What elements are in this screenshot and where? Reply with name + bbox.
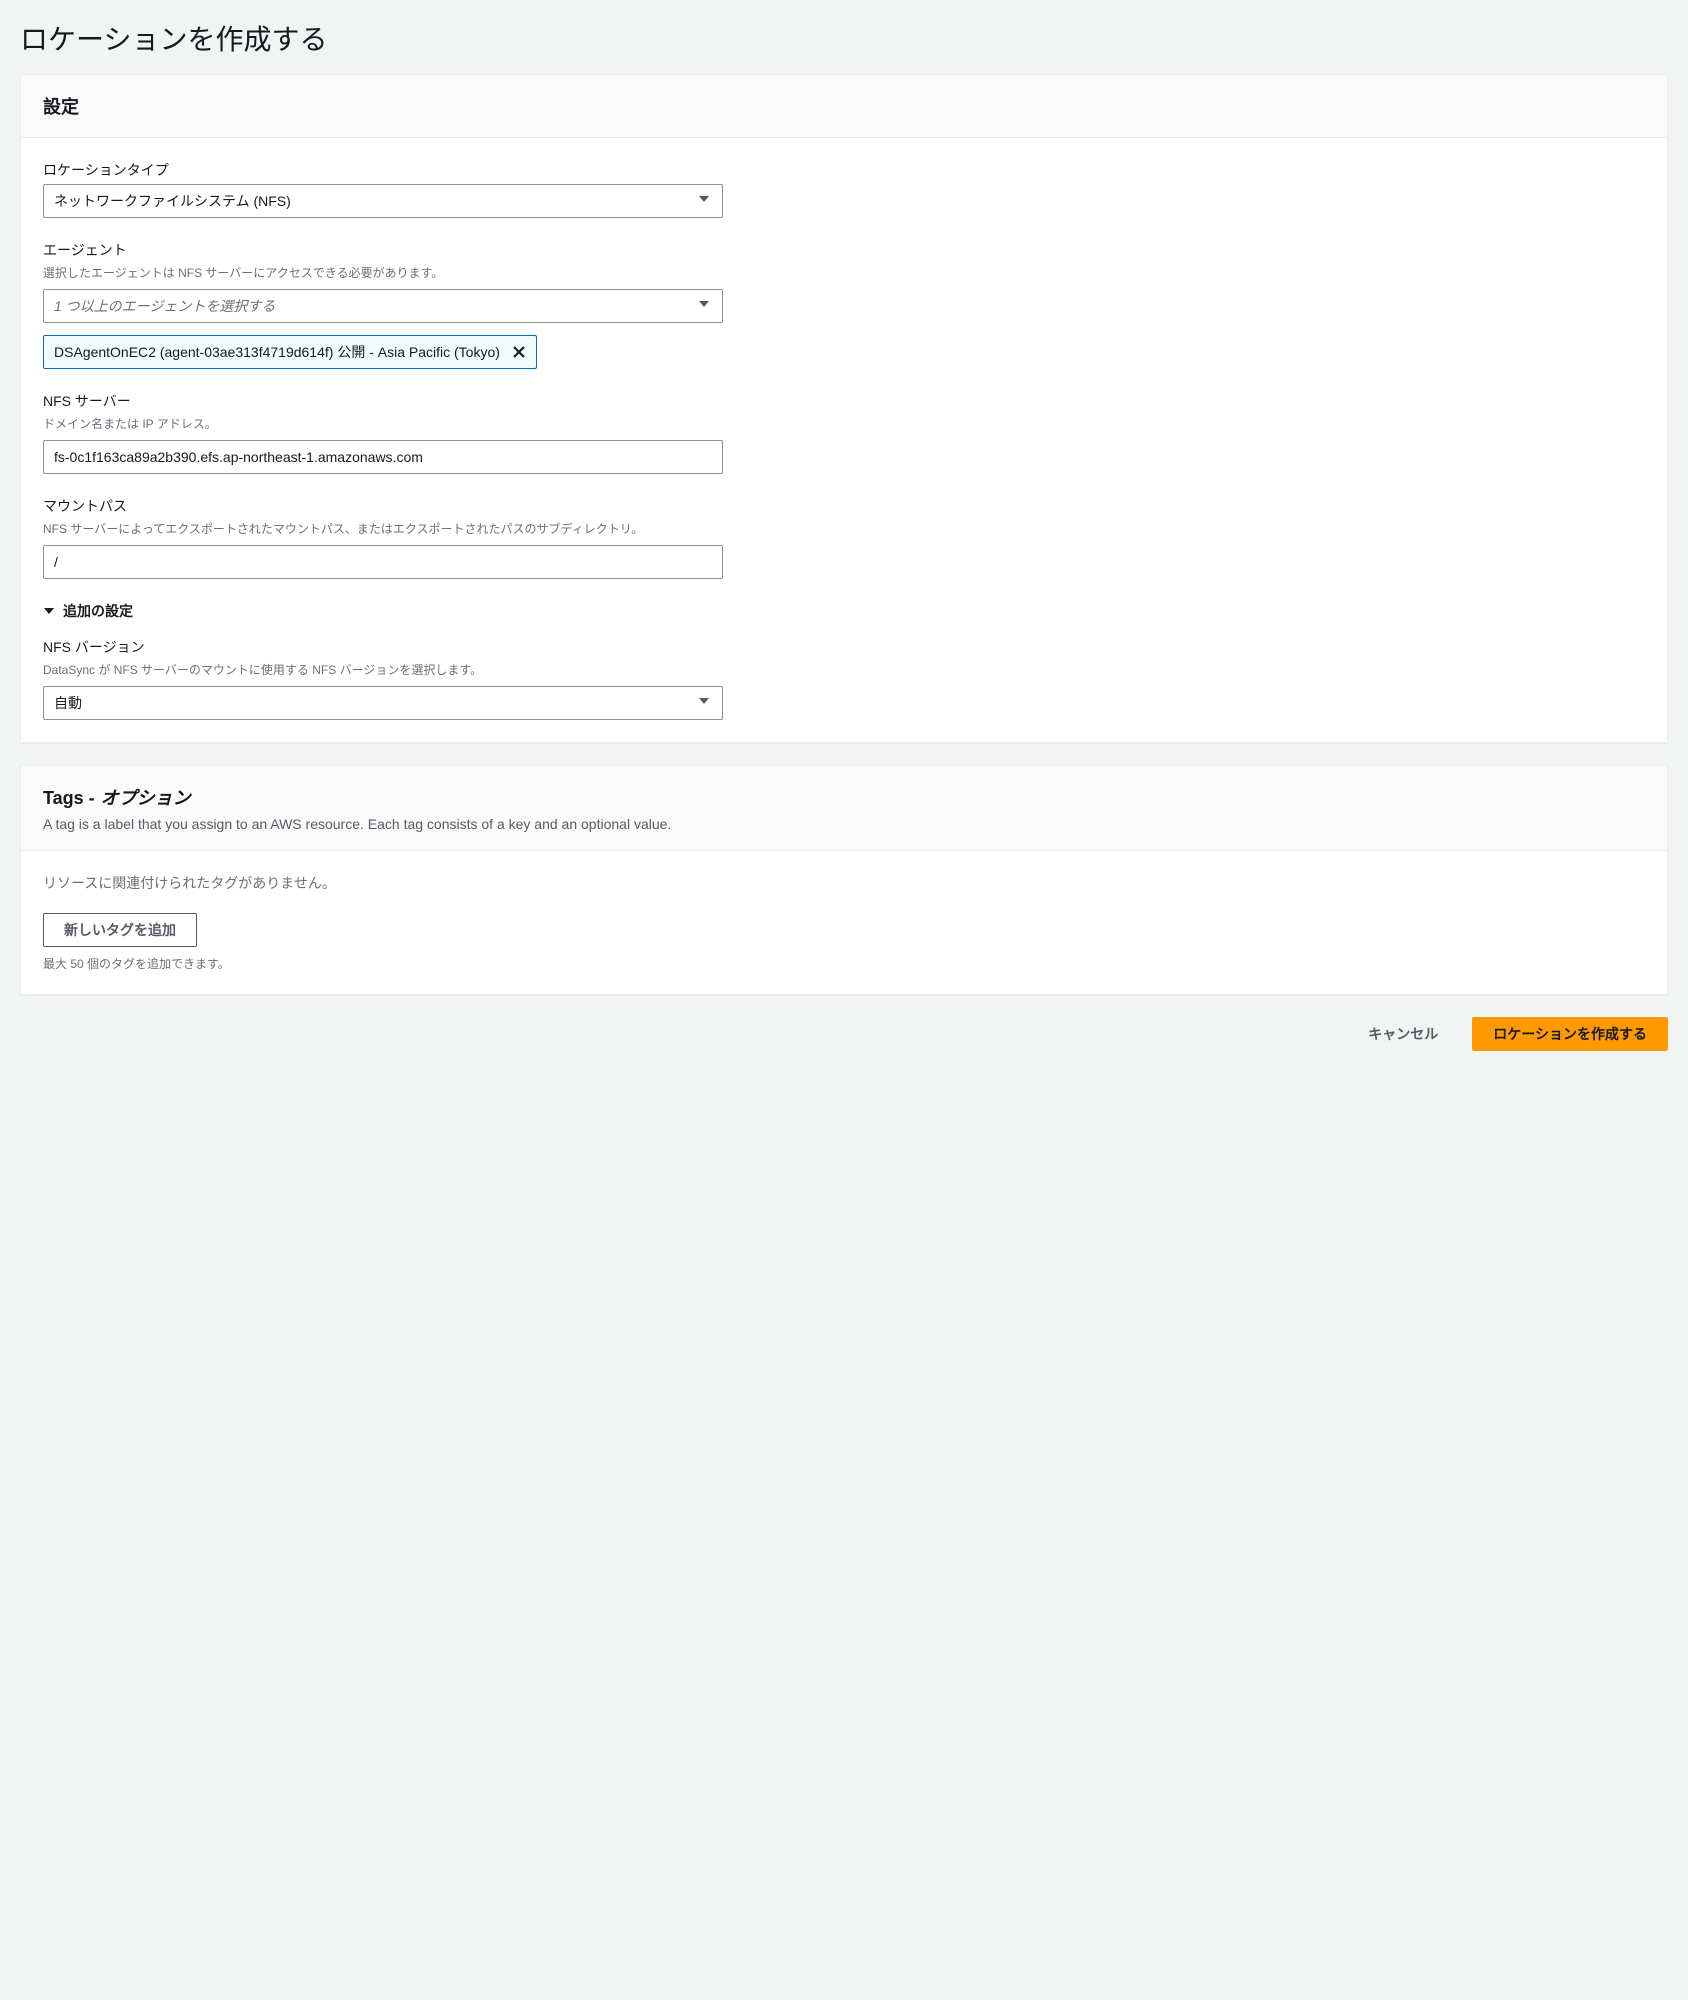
- nfs-version-label: NFS バージョン: [43, 637, 1645, 657]
- create-location-button[interactable]: ロケーションを作成する: [1472, 1017, 1668, 1051]
- additional-settings-expander: 追加の設定: [43, 601, 1645, 621]
- tags-panel-body: リソースに関連付けられたタグがありません。 新しいタグを追加 最大 50 個のタ…: [21, 851, 1667, 994]
- no-tags-message: リソースに関連付けられたタグがありません。: [43, 873, 1645, 893]
- location-type-field: ロケーションタイプ ネットワークファイルシステム (NFS): [43, 160, 1645, 218]
- location-type-label: ロケーションタイプ: [43, 160, 1645, 180]
- footer-actions: キャンセル ロケーションを作成する: [20, 1017, 1668, 1051]
- agent-token-remove-button[interactable]: [512, 345, 526, 359]
- settings-panel-title: 設定: [43, 93, 1645, 119]
- tags-limit-hint: 最大 50 個のタグを追加できます。: [43, 955, 1645, 972]
- location-type-select[interactable]: ネットワークファイルシステム (NFS): [43, 184, 723, 218]
- mount-path-input[interactable]: [43, 545, 723, 579]
- tags-panel: Tags - オプション A tag is a label that you a…: [20, 765, 1668, 995]
- nfs-server-label: NFS サーバー: [43, 391, 1645, 411]
- caret-down-icon: [698, 297, 710, 315]
- page-title: ロケーションを作成する: [20, 0, 1668, 74]
- agent-selected-token: DSAgentOnEC2 (agent-03ae313f4719d614f) 公…: [43, 335, 537, 369]
- additional-settings-label: 追加の設定: [63, 601, 133, 621]
- cancel-button[interactable]: キャンセル: [1348, 1017, 1458, 1051]
- nfs-server-field: NFS サーバー ドメイン名または IP アドレス。: [43, 391, 1645, 474]
- nfs-version-value: 自動: [54, 693, 82, 713]
- agent-label: エージェント: [43, 240, 1645, 260]
- caret-down-icon: [698, 192, 710, 210]
- nfs-server-input[interactable]: [43, 440, 723, 474]
- nfs-version-description: DataSync が NFS サーバーのマウントに使用する NFS バージョンを…: [43, 661, 1645, 678]
- settings-panel-header: 設定: [21, 75, 1667, 138]
- nfs-server-description: ドメイン名または IP アドレス。: [43, 415, 1645, 432]
- add-tag-button[interactable]: 新しいタグを追加: [43, 913, 197, 947]
- agent-field: エージェント 選択したエージェントは NFS サーバーにアクセスできる必要があり…: [43, 240, 1645, 369]
- mount-path-field: マウントパス NFS サーバーによってエクスポートされたマウントパス、またはエク…: [43, 496, 1645, 579]
- nfs-version-field: NFS バージョン DataSync が NFS サーバーのマウントに使用する …: [43, 637, 1645, 720]
- agent-token-label: DSAgentOnEC2 (agent-03ae313f4719d614f) 公…: [54, 342, 500, 362]
- tags-optional-text: オプション: [101, 784, 191, 810]
- settings-panel-body: ロケーションタイプ ネットワークファイルシステム (NFS) エージェント 選択…: [21, 138, 1667, 742]
- tags-panel-header: Tags - オプション A tag is a label that you a…: [21, 766, 1667, 851]
- settings-panel: 設定 ロケーションタイプ ネットワークファイルシステム (NFS) エージェント…: [20, 74, 1668, 743]
- tags-panel-title: Tags - オプション: [43, 784, 1645, 810]
- nfs-version-select[interactable]: 自動: [43, 686, 723, 720]
- additional-settings-toggle[interactable]: 追加の設定: [43, 601, 1645, 621]
- mount-path-description: NFS サーバーによってエクスポートされたマウントパス、またはエクスポートされた…: [43, 520, 1645, 537]
- agent-placeholder: 1 つ以上のエージェントを選択する: [54, 296, 275, 316]
- tags-title-text: Tags -: [43, 788, 95, 809]
- agent-description: 選択したエージェントは NFS サーバーにアクセスできる必要があります。: [43, 264, 1645, 281]
- agent-token-row: DSAgentOnEC2 (agent-03ae313f4719d614f) 公…: [43, 335, 723, 369]
- triangle-down-icon: [43, 605, 55, 617]
- mount-path-label: マウントパス: [43, 496, 1645, 516]
- caret-down-icon: [698, 694, 710, 712]
- location-type-value: ネットワークファイルシステム (NFS): [54, 191, 291, 211]
- tags-panel-desc: A tag is a label that you assign to an A…: [43, 816, 1645, 832]
- agent-select[interactable]: 1 つ以上のエージェントを選択する: [43, 289, 723, 323]
